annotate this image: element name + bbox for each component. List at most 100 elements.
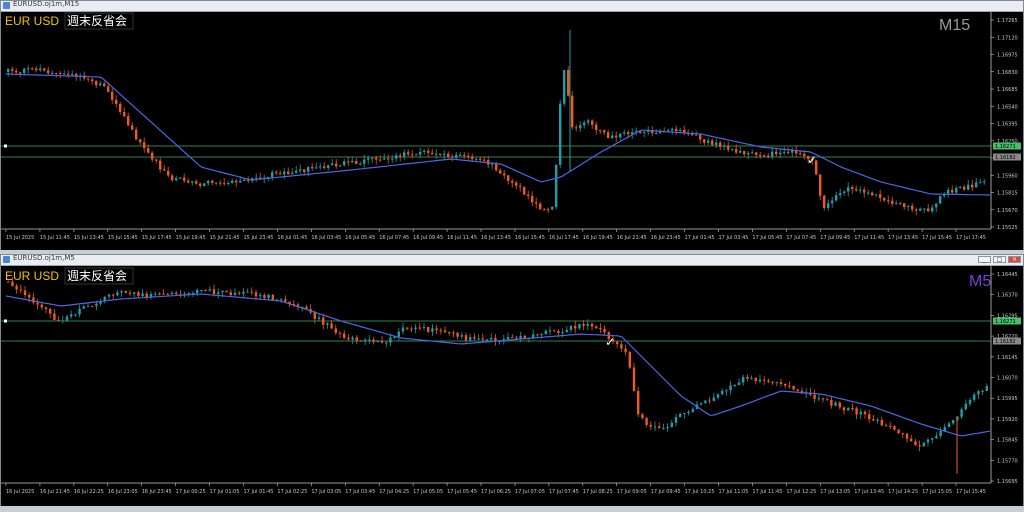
candle-body — [583, 122, 586, 126]
time-axis-label: 15 Jul 23:45 — [244, 235, 274, 241]
candle-body — [763, 379, 766, 381]
time-axis-label: 16 Jul 01:45 — [277, 235, 307, 241]
candle-body — [619, 133, 622, 138]
window-titlebar[interactable]: EURUSD.oj1m,M5 _ □ × — [1, 254, 1023, 266]
time-axis-label: 16 Jul 17:45 — [549, 235, 579, 241]
candle-body — [351, 160, 354, 163]
candle-body — [851, 187, 854, 190]
candle-body — [813, 394, 816, 399]
candle-body — [473, 337, 476, 339]
symbol-label: EUR USD — [5, 269, 59, 283]
candle-body — [183, 177, 186, 181]
candle-body — [479, 158, 482, 160]
time-axis-label: 16 Jul 23:45 — [142, 489, 172, 495]
candle-body — [842, 407, 846, 411]
candle-body — [889, 425, 892, 427]
candle-body — [327, 165, 330, 169]
price-chart[interactable]: 1.17265 1.17120 1.16975 1.16830 1.16685 1.165… — [1, 12, 1023, 250]
candle-body — [74, 314, 77, 316]
time-axis-label: 17 Jul 08:25 — [583, 489, 613, 495]
candle-body — [490, 337, 493, 340]
candle-body — [208, 289, 211, 291]
candle-body — [95, 303, 98, 306]
candle-body — [451, 156, 454, 158]
candle-body — [351, 337, 354, 340]
candle-body — [120, 291, 123, 293]
candle-body — [843, 191, 846, 194]
candle-body — [759, 154, 762, 156]
candle-body — [35, 68, 38, 71]
candle-body — [643, 131, 646, 134]
candle-body — [569, 325, 573, 330]
close-button[interactable]: × — [1008, 256, 1021, 263]
candle-body — [242, 291, 245, 294]
time-axis-label: 16 Jul 07:45 — [379, 235, 409, 241]
minimize-button[interactable]: _ — [978, 256, 991, 263]
candle-body — [287, 171, 290, 175]
candle-body — [838, 402, 841, 408]
candle-body — [139, 139, 142, 143]
candle-body — [255, 177, 258, 179]
candle-body — [431, 328, 434, 332]
candle-body — [225, 290, 228, 293]
chart-window-m15[interactable]: EURUSD.oj1m,M15 1.17265 1.17120 1.16975 1.1… — [0, 0, 1024, 250]
candle-body — [767, 155, 770, 157]
candle-body — [159, 160, 162, 170]
candle-body — [215, 182, 218, 184]
time-axis-label: 17 Jul 09:45 — [820, 235, 850, 241]
candle-body — [967, 184, 970, 190]
candle-body — [483, 159, 486, 161]
price-tag-label: 1.16182 — [995, 155, 1016, 161]
candle-body — [591, 120, 594, 125]
time-axis-label: 15 Jul 11:45 — [40, 235, 70, 241]
candle-body — [246, 291, 249, 293]
candle-body — [784, 383, 787, 386]
candle-body — [111, 91, 114, 100]
time-axis-label: 17 Jul 15:05 — [922, 489, 952, 495]
candle-body — [827, 203, 830, 208]
candle-body — [303, 169, 306, 172]
candle-body — [919, 208, 922, 211]
maximize-button[interactable]: □ — [993, 256, 1006, 263]
candle-body — [103, 83, 106, 87]
candle-body — [887, 200, 890, 202]
candle-body — [267, 294, 270, 298]
candle-body — [868, 414, 871, 420]
candle-body — [555, 164, 558, 207]
chart-window-m5[interactable]: EURUSD.oj1m,M5 _ □ × 1.16445 1.16370 1.162… — [0, 254, 1024, 506]
candle-body — [587, 120, 590, 123]
time-axis-label: 16 Jul 03:45 — [311, 235, 341, 241]
candle-body — [883, 197, 886, 201]
candle-body — [536, 334, 539, 336]
candle-body — [322, 317, 325, 325]
time-axis-label: 17 Jul 11:45 — [854, 235, 884, 241]
candle-body — [7, 69, 10, 72]
candle-body — [40, 304, 43, 308]
price-tag-label: 1.16182 — [995, 339, 1016, 345]
time-axis-label: 17 Jul 13:45 — [854, 489, 884, 495]
candle-body — [767, 380, 770, 382]
candle-body — [471, 156, 474, 160]
candle-body — [23, 290, 27, 296]
candle-body — [547, 209, 550, 211]
candle-body — [367, 158, 370, 160]
candle-body — [729, 385, 732, 391]
candle-body — [779, 152, 782, 155]
candle-body — [355, 337, 358, 341]
time-axis-label: 16 Jul 19:45 — [583, 235, 613, 241]
candle-body — [754, 377, 757, 382]
time-axis-label: 15 Jul 19:45 — [176, 235, 206, 241]
price-chart[interactable]: 1.164451.163701.162951.162201.161451.160… — [1, 266, 1023, 506]
candle-body — [506, 336, 510, 340]
candle-body — [15, 285, 18, 290]
candle-body — [137, 292, 140, 296]
time-axis-label: 17 Jul 03:05 — [311, 489, 341, 495]
candle-body — [567, 70, 570, 96]
candle-body — [155, 159, 158, 161]
candle-body — [952, 420, 955, 424]
review-label: 週末反省会 — [67, 269, 127, 283]
candle-body — [922, 442, 925, 447]
candle-body — [44, 307, 48, 309]
window-titlebar[interactable]: EURUSD.oj1m,M15 — [1, 0, 1023, 12]
time-axis-label: 17 Jul 01:05 — [210, 489, 240, 495]
